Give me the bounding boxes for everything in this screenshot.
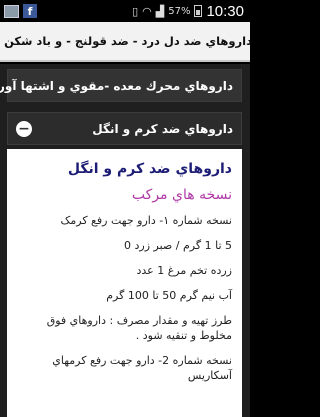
vibrate-icon: ▯	[132, 4, 139, 18]
wifi-icon: ◠	[142, 4, 152, 18]
accordion-label: داروهاي ضد کرم و انگل	[92, 121, 233, 136]
accordion: داروهاي محرك معده -مقوي و اشتها آور + دا…	[0, 64, 250, 417]
facebook-icon: f	[23, 4, 37, 18]
content-line: نسخه شماره ۱- دارو جهت رفع کرمک	[60, 214, 232, 227]
content-subtitle: نسخه هاي مرکب	[131, 187, 232, 203]
accordion-content: داروهاي ضد کرم و انگل نسخه هاي مرکب نسخه…	[7, 149, 242, 417]
image-notification-icon	[4, 4, 19, 18]
clock: 10:30	[206, 2, 244, 20]
marquee-text: داروهاي ضد دل درد - ضد قولنج - و باد شکن…	[0, 34, 250, 48]
content-line: 5 تا 1 گرم / صبر زرد 0	[124, 239, 232, 252]
accordion-label: داروهاي محرك معده -مقوي و اشتها آور	[0, 78, 233, 93]
content-line: آب نیم گرم 50 تا 100 گرم	[106, 289, 232, 302]
content-line: زرده تخم مرغ 1 عدد	[136, 264, 232, 277]
content-line: طرز تهیه و مقدار مصرف : داروهاي فوق مخلو…	[46, 314, 232, 342]
scrolling-title-banner: داروهاي ضد دل درد - ضد قولنج - و باد شکن…	[0, 22, 250, 62]
content-title: داروهاي ضد کرم و انگل	[67, 161, 232, 177]
collapse-minus-icon[interactable]: −	[16, 120, 32, 137]
status-bar: f ▯ ◠ ▟ 57% 10:30	[0, 0, 250, 22]
content-line: نسخه شماره 2- دارو جهت رفع کرمهاي آسکاری…	[52, 354, 232, 382]
signal-icon: ▟	[155, 4, 165, 18]
battery-icon	[194, 5, 203, 17]
accordion-header-stomach-tonics[interactable]: داروهاي محرك معده -مقوي و اشتها آور +	[0, 69, 242, 102]
battery-percent: 57%	[168, 5, 191, 17]
accordion-header-antiparasitic[interactable]: داروهاي ضد کرم و انگل −	[7, 112, 242, 145]
